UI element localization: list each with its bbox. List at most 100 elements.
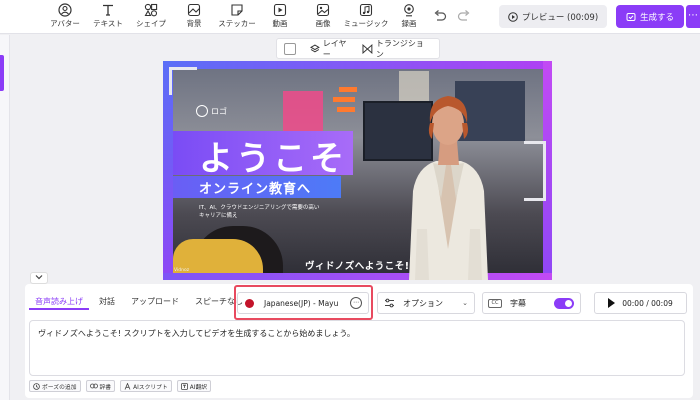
dictionary-label: 辞書 bbox=[99, 384, 112, 391]
transition-button[interactable]: トランジション bbox=[362, 38, 431, 60]
transition-icon bbox=[362, 43, 373, 54]
generate-button[interactable]: 生成する bbox=[616, 5, 684, 28]
video-description-text[interactable]: IT、AI、クラウドエンジニアリングで需要の高い キャリアに備え bbox=[199, 204, 319, 220]
avatar-tool-label: アバター bbox=[50, 19, 80, 28]
video-tool-label: 動画 bbox=[272, 19, 288, 28]
generate-icon bbox=[626, 12, 636, 21]
background-icon bbox=[187, 3, 201, 17]
background-tool-label: 背景 bbox=[186, 19, 202, 28]
undo-button[interactable] bbox=[432, 8, 450, 26]
ai-translate-label: AI翻訳 bbox=[189, 384, 208, 391]
record-tool-label: 録画 bbox=[401, 19, 417, 28]
link-icon bbox=[89, 383, 98, 389]
play-icon bbox=[608, 298, 616, 308]
voice-options-dropdown[interactable]: オプション ⌄ bbox=[377, 292, 475, 314]
avatar-icon bbox=[58, 3, 72, 17]
select-checkbox[interactable] bbox=[284, 42, 296, 55]
decor-bracket bbox=[524, 141, 546, 201]
preview-label: プレビュー (00:09) bbox=[521, 12, 599, 23]
description-line: IT、AI、クラウドエンジニアリングで需要の高い bbox=[199, 205, 320, 211]
clock-icon bbox=[33, 382, 40, 390]
tab-upload[interactable]: アップロード bbox=[125, 292, 185, 310]
script-panel: 音声読み上げ 対話 アップロード スピーチなし Japanese(JP) - M… bbox=[25, 284, 693, 398]
option-label: オプション bbox=[403, 298, 443, 308]
text-icon bbox=[103, 4, 113, 16]
layers-icon bbox=[309, 43, 320, 52]
subtitle-label: 字幕 bbox=[510, 298, 526, 308]
image-tool-label: 画像 bbox=[315, 19, 331, 28]
chevron-down-icon bbox=[35, 275, 43, 280]
shape-tool-label: シェイプ bbox=[136, 19, 166, 28]
ai-script-button[interactable]: AIスクリプト bbox=[120, 380, 172, 392]
active-slide-indicator bbox=[0, 55, 4, 91]
generate-label: 生成する bbox=[639, 12, 674, 23]
decor-block bbox=[283, 91, 323, 131]
description-line: キャリアに備え bbox=[199, 213, 238, 219]
video-title-text[interactable]: ようこそ bbox=[199, 131, 347, 180]
music-tool-button[interactable]: ミュージック bbox=[343, 3, 389, 31]
highlight-box bbox=[234, 285, 373, 320]
frame-border-top bbox=[163, 61, 552, 69]
text-tool-label: テキスト bbox=[93, 19, 123, 28]
dictionary-button[interactable]: 辞書 bbox=[85, 380, 116, 392]
transition-label: トランジション bbox=[375, 38, 424, 59]
more-options-button[interactable]: ⋯ bbox=[686, 5, 700, 28]
music-icon bbox=[359, 3, 373, 17]
tab-text-to-speech[interactable]: 音声読み上げ bbox=[29, 292, 89, 310]
play-audio-button[interactable]: 00:00 / 00:09 bbox=[594, 292, 687, 314]
logo-placeholder[interactable]: ロゴ bbox=[196, 105, 227, 117]
decor-stripe bbox=[337, 107, 355, 112]
ai-script-label: AIスクリプト bbox=[133, 384, 168, 391]
logo-icon bbox=[196, 105, 208, 117]
video-caption-text[interactable]: ヴィドノズへようこそ! bbox=[305, 258, 410, 272]
shape-tool-button[interactable]: シェイプ bbox=[128, 3, 174, 31]
canvas-toolbar: レイヤー トランジション bbox=[276, 38, 440, 59]
ai-script-icon bbox=[124, 382, 131, 390]
record-icon bbox=[404, 4, 414, 17]
decor-stripe bbox=[339, 87, 357, 92]
video-subtitle-text[interactable]: オンライン教育へ bbox=[199, 178, 311, 197]
decor-stripe bbox=[333, 97, 355, 102]
presenter-avatar[interactable] bbox=[391, 79, 506, 280]
chevron-down-icon: ⌄ bbox=[462, 299, 468, 307]
tab-dialogue[interactable]: 対話 bbox=[93, 292, 121, 310]
image-icon bbox=[316, 3, 330, 17]
add-pause-button[interactable]: ポーズの追加 bbox=[29, 380, 81, 392]
script-textarea[interactable]: ヴィドノズへようこそ! スクリプトを入力してビデオを生成することから始めましょう… bbox=[29, 320, 685, 376]
ai-translate-button[interactable]: AI翻訳 bbox=[176, 380, 212, 392]
preview-button[interactable]: プレビュー (00:09) bbox=[499, 5, 607, 28]
play-circle-icon bbox=[508, 11, 518, 22]
shape-icon bbox=[144, 3, 158, 17]
logo-label: ロゴ bbox=[211, 106, 227, 116]
cc-icon: CC bbox=[488, 298, 502, 308]
sticker-icon bbox=[231, 4, 243, 16]
add-pause-label: ポーズの追加 bbox=[42, 384, 77, 391]
collapse-panel-button[interactable] bbox=[30, 272, 48, 284]
video-preview-canvas[interactable]: ロゴ ようこそ オンライン教育へ IT、AI、クラウドエンジニアリングで需要の高… bbox=[163, 61, 552, 280]
image-tool-button[interactable]: 画像 bbox=[300, 3, 346, 31]
layer-button[interactable]: レイヤー bbox=[309, 38, 354, 60]
left-panel-strip bbox=[0, 35, 10, 400]
sticker-tool-label: ステッカー bbox=[218, 19, 256, 28]
redo-button[interactable] bbox=[456, 8, 474, 26]
undo-icon bbox=[434, 10, 447, 21]
subtitle-control: CC 字幕 bbox=[482, 292, 581, 314]
text-tool-button[interactable]: テキスト bbox=[85, 3, 131, 31]
decor-corner bbox=[169, 67, 197, 95]
background-tool-button[interactable]: 背景 bbox=[171, 3, 217, 31]
video-tool-button[interactable]: 動画 bbox=[257, 3, 303, 31]
avatar-tool-button[interactable]: アバター bbox=[42, 3, 88, 31]
video-icon bbox=[273, 3, 287, 17]
sliders-icon bbox=[385, 298, 394, 308]
subtitle-toggle[interactable] bbox=[554, 298, 574, 309]
undo-redo-group bbox=[432, 8, 476, 26]
translate-icon bbox=[180, 382, 188, 390]
redo-icon bbox=[457, 10, 470, 21]
sticker-tool-button[interactable]: ステッカー bbox=[214, 3, 260, 31]
layer-label: レイヤー bbox=[322, 38, 347, 59]
music-tool-label: ミュージック bbox=[343, 19, 389, 28]
time-label: 00:00 / 00:09 bbox=[622, 298, 673, 308]
record-tool-button[interactable]: 録画 bbox=[386, 3, 432, 31]
top-toolbar: アバター テキスト シェイプ 背景 ステッカー 動画 画像 ミュージック 録画 bbox=[0, 0, 700, 34]
voice-mode-tabs: 音声読み上げ 対話 アップロード スピーチなし bbox=[25, 292, 249, 310]
